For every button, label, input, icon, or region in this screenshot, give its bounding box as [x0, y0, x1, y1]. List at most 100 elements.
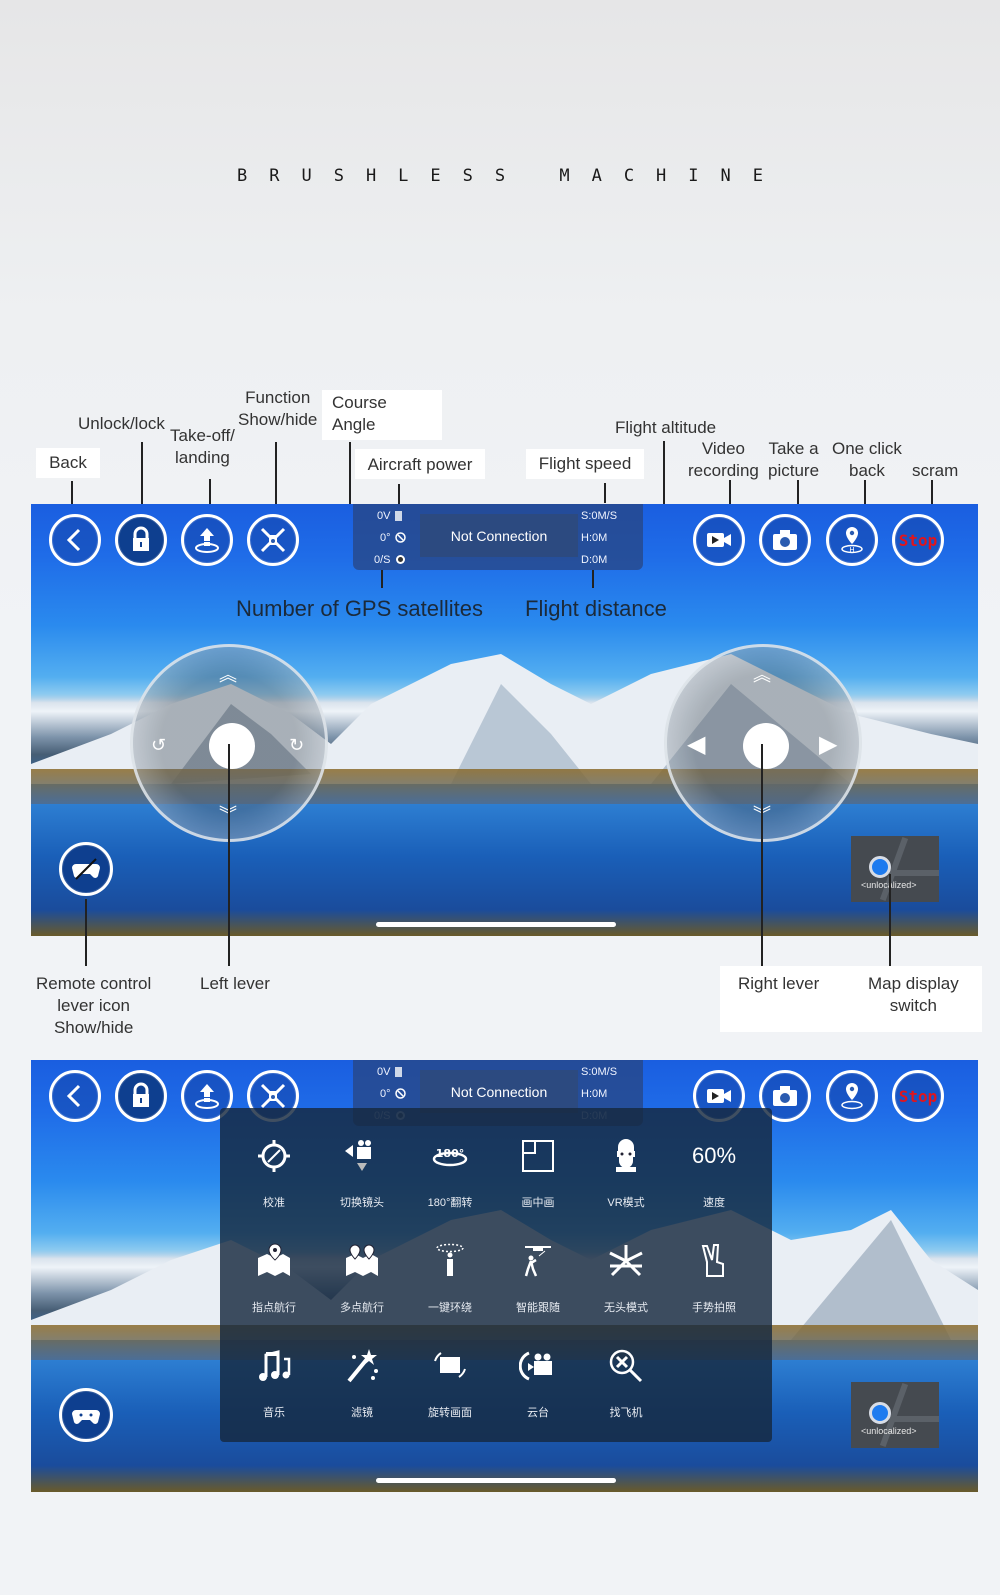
compass-icon [394, 1088, 406, 1099]
map-road [891, 870, 939, 876]
function-item[interactable]: 旋转画面 [406, 1344, 494, 1420]
course-angle-readout: 0° [380, 532, 406, 544]
flip-180-icon: 180° [406, 1134, 494, 1178]
calibrate-icon [258, 1140, 290, 1172]
function-item[interactable]: 60% 速度 [670, 1134, 758, 1210]
switch-lens-icon [318, 1134, 406, 1178]
back-button[interactable] [49, 1070, 101, 1122]
label-right-lever: Right lever [738, 974, 820, 993]
left-joystick-knob[interactable] [209, 723, 255, 769]
right-joystick[interactable]: ︽ ◀ ▶ ︾ [664, 644, 862, 842]
function-toggle-button[interactable] [247, 514, 299, 566]
orbit-icon [406, 1239, 494, 1283]
label-one-click-back: One click back [832, 438, 902, 482]
return-home-button[interactable]: H [826, 514, 878, 566]
label-picture-line2: picture [768, 461, 820, 480]
lock-button[interactable] [115, 1070, 167, 1122]
power-value: 0V [377, 1066, 391, 1078]
map-toggle[interactable]: <unlocalized> [851, 836, 939, 902]
home-indicator[interactable] [376, 1478, 616, 1483]
function-item[interactable]: 找飞机 [582, 1344, 670, 1420]
function-item-label: VR模式 [607, 1197, 645, 1209]
follow-me-icon [494, 1239, 582, 1283]
drone-icon [260, 527, 286, 553]
label-video-recording: Video recording [688, 438, 759, 482]
left-arrow-icon: ◀ [687, 731, 706, 758]
map-label: <unlocalized> [861, 1426, 917, 1436]
rotate-screen-icon [434, 1352, 466, 1378]
function-item[interactable]: 校准 [230, 1134, 318, 1210]
svg-text:180°: 180° [436, 1147, 464, 1160]
battery-icon [395, 1067, 403, 1077]
leader-line [228, 936, 230, 966]
function-item[interactable]: 多点航行 [318, 1239, 406, 1315]
function-item-label: 无头模式 [604, 1302, 648, 1314]
home-indicator[interactable] [376, 922, 616, 927]
function-item[interactable]: 滤镜 [318, 1344, 406, 1420]
multipoint-navigation-icon [318, 1239, 406, 1283]
leader-line [228, 744, 230, 936]
take-photo-button[interactable] [759, 514, 811, 566]
app-screen-main: 0V 0° 0/S Not Connection S:0M/S H:0M D:0… [31, 504, 978, 936]
gesture-photo-icon [701, 1244, 724, 1277]
label-takeoff-landing: Take-off/ landing [170, 425, 235, 469]
lock-button[interactable] [115, 514, 167, 566]
compass-icon [394, 532, 406, 543]
map-toggle[interactable]: <unlocalized> [851, 1382, 939, 1448]
function-item-label: 一键环绕 [428, 1302, 472, 1314]
function-item[interactable]: 指点航行 [230, 1239, 318, 1315]
rotate-right-icon: ↻ [289, 735, 305, 755]
remote-lever-toggle-button[interactable] [59, 1388, 113, 1442]
function-item[interactable]: 音乐 [230, 1344, 318, 1420]
altitude-readout: H:0M [581, 1088, 608, 1100]
function-item[interactable]: 智能跟随 [494, 1239, 582, 1315]
power-readout: 0V [377, 510, 405, 522]
video-camera-icon [707, 1089, 731, 1103]
label-take-picture: Take a picture [768, 438, 819, 482]
takeoff-icon [195, 528, 219, 553]
label-function-show-hide: Function Show/hide [238, 387, 317, 431]
emergency-stop-button[interactable]: Stop [892, 1070, 944, 1122]
function-item[interactable]: 切换镜头 [318, 1134, 406, 1210]
function-item[interactable]: 无头模式 [582, 1239, 670, 1315]
return-home-button[interactable] [826, 1070, 878, 1122]
function-item[interactable]: 云台 [494, 1344, 582, 1420]
power-readout: 0V [377, 1066, 405, 1078]
connection-status: Not Connection [420, 514, 578, 557]
camera-icon [773, 1086, 797, 1106]
back-button[interactable] [49, 514, 101, 566]
filter-wand-icon [347, 1349, 378, 1383]
gimbal-icon [519, 1351, 552, 1381]
function-item[interactable]: 手势拍照 [670, 1239, 758, 1315]
label-remote-line3: Show/hide [53, 1018, 134, 1037]
function-item-label: 校准 [263, 1197, 285, 1209]
label-course-angle: Course Angle [322, 390, 442, 440]
find-drone-icon [609, 1349, 643, 1383]
function-item-label: 多点航行 [340, 1302, 384, 1314]
function-item[interactable]: 画中画 [494, 1134, 582, 1210]
gamepad-hidden-icon [72, 858, 100, 880]
vr-mode-icon [616, 1139, 636, 1172]
course-angle-value: 0° [380, 532, 391, 544]
function-item-label: 切换镜头 [340, 1197, 384, 1209]
video-camera-icon [707, 533, 731, 547]
takeoff-landing-button[interactable] [181, 514, 233, 566]
function-item-label: 180°翻转 [427, 1197, 473, 1209]
emergency-stop-button[interactable]: Stop [892, 514, 944, 566]
page-title: BRUSHLESS MACHINE [237, 166, 785, 186]
right-joystick-knob[interactable] [743, 723, 789, 769]
function-item[interactable]: VR模式 [582, 1134, 670, 1210]
label-map-display: Map display switch [868, 973, 959, 1017]
label-oneclick-line1: One click [832, 439, 902, 458]
music-icon [230, 1344, 318, 1388]
function-item[interactable]: 180° 180°翻转 [406, 1134, 494, 1210]
forward-icon: ︽ [753, 665, 771, 685]
label-gps-satellites: Number of GPS satellites [236, 596, 483, 621]
battery-icon [395, 511, 403, 521]
label-scram: scram [912, 461, 959, 480]
function-item[interactable]: 一键环绕 [406, 1239, 494, 1315]
calibrate-icon [230, 1134, 318, 1178]
label-function-line1: Function [245, 388, 311, 407]
remote-lever-toggle-button[interactable] [59, 842, 113, 896]
video-record-button[interactable] [693, 514, 745, 566]
